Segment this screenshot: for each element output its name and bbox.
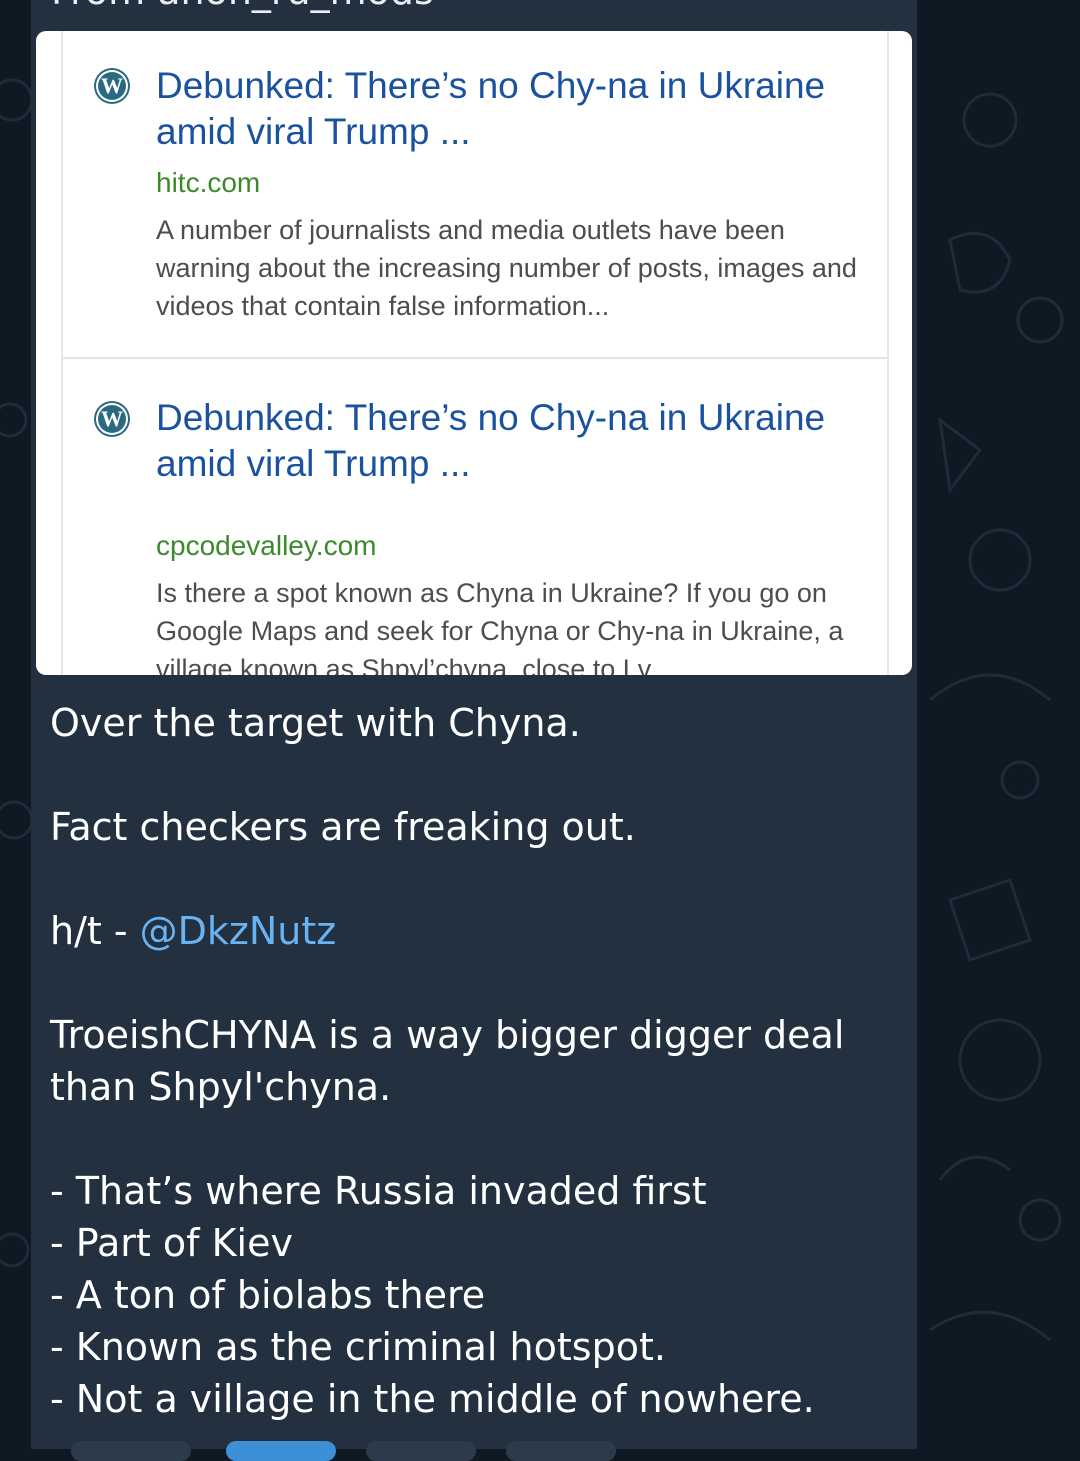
result-domain: cpcodevalley.com <box>156 530 377 561</box>
search-results-list: W Debunked: There’s no Chy-na in Ukraine… <box>61 31 889 675</box>
search-results-image[interactable]: W Debunked: There’s no Chy-na in Ukraine… <box>36 31 912 675</box>
result-snippet: A number of journalists and media outlet… <box>156 215 857 321</box>
result-snippet: Is there a spot known as Chyna in Ukrain… <box>156 578 844 675</box>
bullet-item: - Part of Kiev <box>50 1221 293 1265</box>
caption-line: Fact checkers are freaking out. <box>50 805 636 849</box>
wordpress-icon: W <box>96 403 128 435</box>
result-domain: hitc.com <box>156 167 261 198</box>
search-result: W Debunked: There’s no Chy-na in Ukraine… <box>63 361 887 675</box>
hat-tip-prefix: h/t - <box>50 909 140 953</box>
search-result: W Debunked: There’s no Chy-na in Ukraine… <box>63 31 887 359</box>
message-text: Over the target with Chyna. Fact checker… <box>50 697 910 1425</box>
reaction-chip[interactable] <box>71 1441 191 1461</box>
hat-tip-line: h/t - @DkzNutz <box>50 905 910 957</box>
result-title: Debunked: There’s no Chy-na in Ukraine a… <box>156 397 826 484</box>
wordpress-icon: W <box>96 70 128 102</box>
reaction-chip[interactable] <box>226 1441 336 1461</box>
bullet-item: - That’s where Russia invaded first <box>50 1169 707 1213</box>
bullet-item: - A ton of biolabs there <box>50 1273 486 1317</box>
channel-message: From anon_ru_mods W Debunked: There’s no… <box>31 0 917 1461</box>
bullet-item: - Known as the criminal hotspot. <box>50 1325 666 1369</box>
caption-line: Over the target with Chyna. <box>50 701 581 745</box>
caption-paragraph: TroeishCHYNA is a way bigger digger deal… <box>50 1013 845 1109</box>
reaction-chip[interactable] <box>506 1441 616 1461</box>
reaction-chip[interactable] <box>366 1441 476 1461</box>
mention-link[interactable]: @DkzNutz <box>140 909 337 953</box>
bullet-item: - Not a village in the middle of nowhere… <box>50 1377 815 1421</box>
result-title: Debunked: There’s no Chy-na in Ukraine a… <box>156 65 826 152</box>
forward-header[interactable]: From anon_ru_mods <box>51 0 434 10</box>
